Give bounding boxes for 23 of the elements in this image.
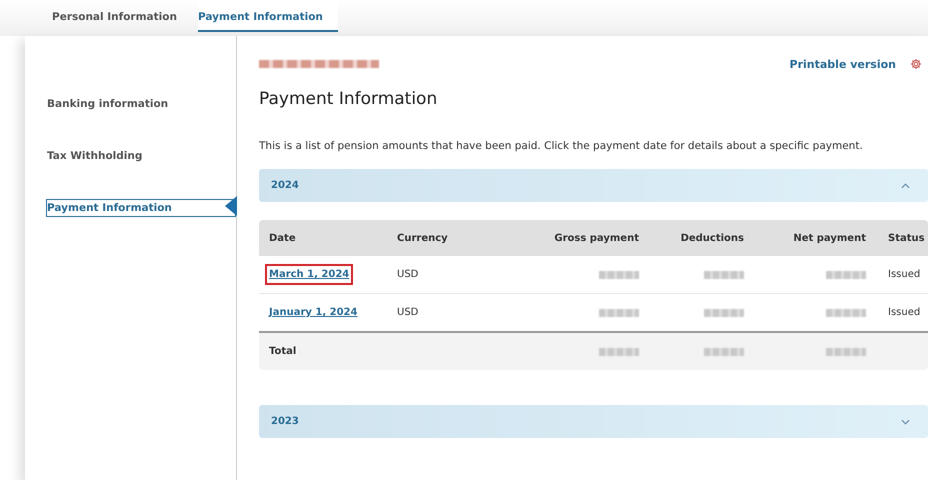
column-header: Gross payment	[553, 232, 640, 244]
table-cell-text: Issued	[887, 307, 922, 318]
tab[interactable]: Personal Information	[28, 0, 178, 36]
settings-icon[interactable]	[910, 58, 922, 70]
column-header: Net payment	[792, 232, 867, 244]
column-header: Date	[268, 232, 297, 244]
sidebar-item[interactable]: Banking information	[46, 95, 236, 113]
payment-date-link[interactable]: March 1, 2024	[265, 264, 354, 285]
column-header: Status	[887, 232, 926, 244]
column-header: Currency	[397, 232, 449, 244]
column-header: Deductions	[680, 232, 745, 244]
table-cell-text: USD	[397, 269, 420, 280]
total-label: Total	[268, 346, 298, 357]
printable-version-link[interactable]: Printable version	[790, 58, 896, 70]
page-title: Payment Information	[259, 89, 438, 109]
table-cell-text: Issued	[887, 269, 922, 280]
year-section-header[interactable]: 2023	[259, 405, 928, 438]
table-cell-text: USD	[397, 307, 420, 318]
pointer-icon	[225, 196, 237, 216]
year-section-header[interactable]: 2024	[259, 169, 928, 202]
intro-text: This is a list of pension amounts that have been paid. Click the payment date for details about a specific payment.	[259, 140, 864, 152]
payment-date-link[interactable]: January 1, 2024	[265, 302, 362, 323]
sidebar-item[interactable]: Tax Withholding	[46, 147, 236, 165]
